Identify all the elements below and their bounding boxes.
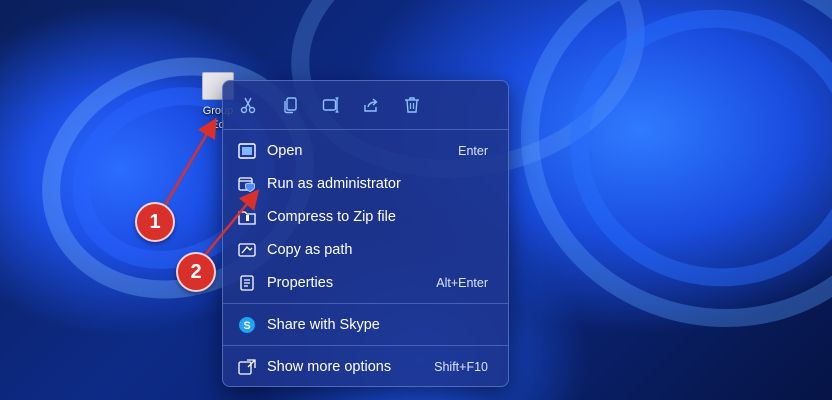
menu-item-show-more-options[interactable]: Show more options Shift+F10 <box>229 352 502 382</box>
skype-icon: S <box>238 317 256 333</box>
copy-path-icon <box>238 242 256 258</box>
menu-divider <box>223 129 508 130</box>
menu-item-share-with-skype[interactable]: S Share with Skype <box>229 310 502 340</box>
menu-item-label: Properties <box>267 275 334 291</box>
copy-icon <box>284 97 297 114</box>
menu-item-run-as-administrator[interactable]: Run as administrator <box>229 169 502 199</box>
menu-item-shortcut: Shift+F10 <box>434 360 488 374</box>
menu-item-properties[interactable]: Properties Alt+Enter <box>229 268 502 298</box>
cut-button[interactable] <box>237 94 259 116</box>
menu-toolbar <box>223 81 508 129</box>
trash-icon <box>405 97 419 113</box>
share-icon <box>364 98 378 112</box>
context-menu: Open Enter Run as administrator Compress… <box>222 80 509 387</box>
shield-icon <box>238 176 256 192</box>
more-options-icon <box>238 359 256 375</box>
scissors-icon <box>240 97 256 114</box>
menu-item-label: Run as administrator <box>267 176 401 192</box>
rename-icon <box>322 97 339 113</box>
open-window-icon <box>238 143 256 159</box>
svg-text:S: S <box>243 320 250 332</box>
properties-icon <box>238 275 256 291</box>
rename-button[interactable] <box>320 94 342 116</box>
delete-button[interactable] <box>401 94 423 116</box>
menu-divider <box>223 303 508 304</box>
menu-item-shortcut: Enter <box>458 144 488 158</box>
menu-item-label: Copy as path <box>267 242 353 258</box>
menu-item-compress-to-zip[interactable]: Compress to Zip file <box>229 202 502 232</box>
menu-item-label: Open <box>267 143 303 159</box>
menu-item-copy-as-path[interactable]: Copy as path <box>229 235 502 265</box>
menu-item-shortcut: Alt+Enter <box>436 276 488 290</box>
callout-1: 1 <box>135 202 175 242</box>
menu-item-label: Compress to Zip file <box>267 209 396 225</box>
menu-divider <box>223 345 508 346</box>
zip-icon <box>238 209 256 225</box>
callout-2: 2 <box>176 252 216 292</box>
copy-button[interactable] <box>279 94 301 116</box>
menu-item-label: Share with Skype <box>267 317 380 333</box>
menu-item-label: Show more options <box>267 359 392 375</box>
share-button[interactable] <box>360 94 382 116</box>
menu-item-open[interactable]: Open Enter <box>229 136 502 166</box>
